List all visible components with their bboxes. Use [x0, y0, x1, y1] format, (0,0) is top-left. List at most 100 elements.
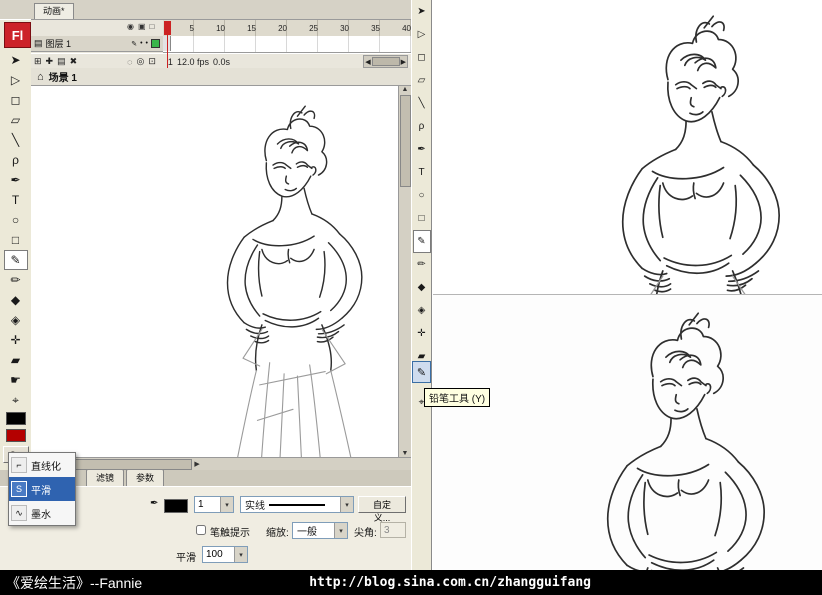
free-transform-tool-icon[interactable]: ◻ — [4, 90, 28, 110]
menu-item-straighten[interactable]: ⌐ 直线化 — [9, 453, 75, 477]
insert-layer-folder-button[interactable]: ▤ — [57, 56, 66, 67]
stroke-height-input[interactable] — [195, 499, 218, 510]
frames-grid[interactable] — [163, 36, 411, 53]
scale-value: 一般 — [297, 527, 317, 538]
dropdown-icon[interactable]: ▾ — [334, 523, 347, 538]
fill-color-swatch[interactable] — [5, 429, 26, 442]
add-motion-guide-button[interactable]: ✚ — [46, 56, 54, 67]
eyedropper-tool-icon[interactable]: ✛ — [4, 330, 28, 350]
stroke-color-chip[interactable] — [164, 499, 188, 513]
custom-stroke-button[interactable]: 自定义... — [358, 496, 406, 523]
layer-lock-dot[interactable]: • — [146, 40, 148, 47]
outline-icon[interactable]: □ — [150, 22, 155, 31]
pencil-icon: ✎ — [416, 366, 427, 379]
vertical-scroll-thumb[interactable] — [399, 95, 411, 187]
brush-tool-icon[interactable]: ✏ — [4, 270, 28, 290]
eraser-tool-icon[interactable]: ▰ — [4, 350, 28, 370]
delete-layer-button[interactable]: ✖ — [70, 56, 78, 67]
scroll-left-icon[interactable]: ◀ — [365, 58, 370, 66]
scroll-up-icon[interactable]: ▲ — [402, 86, 409, 93]
line-tool-icon[interactable]: ╲ — [4, 130, 28, 150]
document-tab[interactable]: 动画* — [34, 3, 74, 19]
subselection-tool-icon[interactable]: ▷ — [4, 70, 28, 90]
dropdown-icon[interactable]: ▾ — [220, 497, 233, 512]
rectangle-tool-icon[interactable]: □ — [4, 230, 28, 250]
miter-label: 尖角: — [354, 528, 377, 539]
oval-tool-icon[interactable]: ○ — [4, 210, 28, 230]
timeline-scrollbar[interactable]: ◀ ▶ — [363, 55, 408, 68]
frame-rate[interactable]: 12.0 fps — [177, 57, 209, 67]
tab-parameters[interactable]: 参数 — [126, 469, 165, 486]
brush-tool-icon[interactable]: ✏ — [413, 253, 431, 276]
tab-filters[interactable]: 滤镜 — [86, 469, 125, 486]
paint-bucket-tool-icon[interactable]: ◈ — [4, 310, 28, 330]
dropdown-icon[interactable]: ▾ — [234, 547, 247, 562]
layer-outline-color[interactable] — [151, 39, 160, 48]
onion-skin-outlines-button[interactable]: ⊡ — [148, 56, 156, 67]
scale-combo[interactable]: 一般 ▾ — [292, 522, 348, 539]
sketch-figure-top — [543, 2, 822, 294]
smoothing-input[interactable] — [203, 549, 230, 560]
stroke-hinting-checkbox[interactable] — [196, 525, 206, 535]
stroke-style-combo[interactable]: 实线 ▾ — [240, 496, 354, 513]
pencil-tool-icon[interactable]: ✎ — [412, 230, 431, 253]
pencil-tool-pressed[interactable]: ✎ — [412, 361, 431, 383]
subselection-tool-icon[interactable]: ▷ — [413, 23, 431, 46]
playhead[interactable] — [164, 21, 171, 35]
lock-icon[interactable]: ▣ — [138, 22, 146, 31]
ink-bottle-tool-icon[interactable]: ◆ — [413, 276, 431, 299]
lasso-tool-icon[interactable]: ρ — [4, 150, 28, 170]
line-tool-icon[interactable]: ╲ — [413, 92, 431, 115]
stage-sketch-figure — [159, 94, 398, 457]
pen-tool-icon[interactable]: ✒ — [4, 170, 28, 190]
scroll-right-icon[interactable]: ▶ — [401, 58, 406, 66]
lasso-tool-icon[interactable]: ρ — [413, 115, 431, 138]
layer-name[interactable]: 图层 1 — [46, 37, 129, 50]
free-transform-tool-icon[interactable]: ◻ — [413, 46, 431, 69]
ink-icon: ∿ — [11, 505, 27, 521]
stage-canvas[interactable] — [31, 86, 398, 457]
vertical-scrollbar[interactable]: ▲ ▼ — [398, 86, 411, 457]
smoothing-combo[interactable]: ▾ — [202, 546, 248, 563]
onion-skin-button[interactable]: ◎ — [137, 56, 145, 67]
stroke-height-combo[interactable]: ▾ — [194, 496, 234, 513]
gradient-transform-tool-icon[interactable]: ▱ — [413, 69, 431, 92]
pencil-mode-menu: ⌐ 直线化 S 平滑 ∿ 墨水 — [8, 452, 76, 526]
rectangle-tool-icon[interactable]: □ — [413, 207, 431, 230]
selection-tool-icon[interactable]: ➤ — [4, 50, 28, 70]
timeline-ruler[interactable]: 5 10 15 20 25 30 35 40 — [163, 20, 411, 37]
frame-number: 20 — [278, 23, 287, 33]
elapsed-time: 0.0s — [212, 56, 230, 67]
timeline-scroll-thumb[interactable] — [371, 57, 400, 66]
insert-layer-button[interactable]: ⊞ — [34, 56, 42, 67]
home-icon[interactable]: ⌂ — [37, 71, 44, 83]
reference-image-top — [433, 0, 822, 294]
ink-bottle-tool-icon[interactable]: ◆ — [4, 290, 28, 310]
scroll-down-icon[interactable]: ▼ — [402, 450, 409, 457]
gradient-transform-tool-icon[interactable]: ▱ — [4, 110, 28, 130]
scroll-right-icon[interactable]: ▶ — [194, 460, 199, 468]
reference-image-bottom — [433, 294, 822, 570]
eyedropper-tool-icon[interactable]: ✛ — [413, 322, 431, 345]
selection-tool-icon[interactable]: ➤ — [413, 0, 431, 23]
pencil-tool-icon[interactable]: ✎ — [3, 250, 28, 270]
paint-bucket-tool-icon[interactable]: ◈ — [413, 299, 431, 322]
layer-row[interactable]: ▤ 图层 1 ✎ • • — [31, 36, 163, 52]
current-frame: 1 — [167, 56, 173, 67]
text-tool-icon[interactable]: T — [4, 190, 28, 210]
frame-number: 10 — [216, 23, 225, 33]
hand-tool-icon[interactable]: ☛ — [4, 370, 28, 390]
pen-tool-icon[interactable]: ✒ — [413, 138, 431, 161]
oval-tool-icon[interactable]: ○ — [413, 184, 431, 207]
center-frame-button[interactable]: ◌ — [127, 57, 132, 67]
menu-item-ink[interactable]: ∿ 墨水 — [9, 501, 75, 525]
text-tool-icon[interactable]: T — [413, 161, 431, 184]
layer-visible-dot[interactable]: • — [140, 40, 142, 47]
stroke-color-swatch[interactable] — [5, 412, 26, 425]
dropdown-icon[interactable]: ▾ — [340, 497, 353, 512]
zoom-tool-icon[interactable]: ⌖ — [4, 390, 28, 410]
footer-bar: 《爱绘生活》--Fannie http://blog.sina.com.cn/z… — [0, 570, 822, 595]
eye-icon[interactable]: ◉ — [127, 22, 134, 31]
breadcrumb-scene[interactable]: 场景 1 — [49, 69, 77, 84]
menu-item-smooth[interactable]: S 平滑 — [9, 477, 75, 501]
